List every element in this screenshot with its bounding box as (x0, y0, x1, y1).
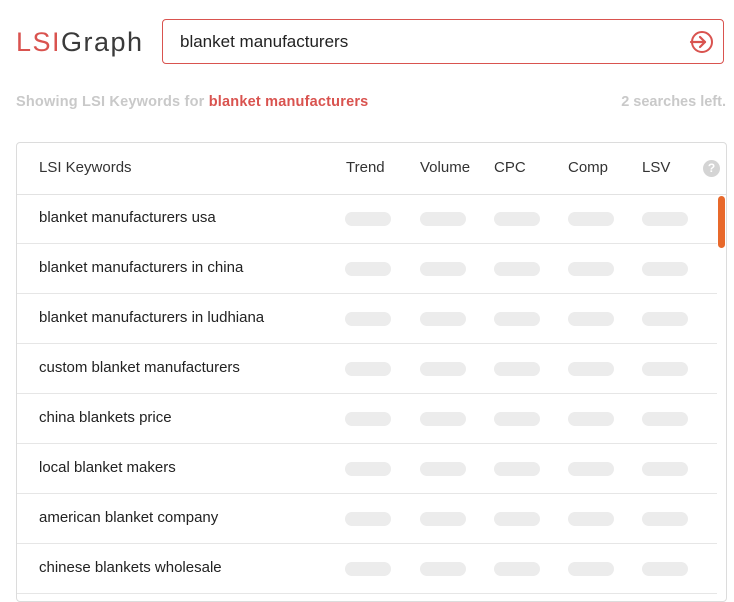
keyword-cell[interactable]: american blanket company (39, 509, 218, 526)
comp-placeholder (568, 412, 614, 426)
table-row[interactable]: china blankets price (17, 394, 717, 444)
volume-placeholder (420, 562, 466, 576)
lsv-placeholder (642, 312, 688, 326)
cpc-placeholder (494, 312, 540, 326)
help-icon[interactable]: ? (703, 160, 720, 177)
column-header-comp[interactable]: Comp (568, 159, 608, 176)
sign-in-arrow-icon[interactable] (688, 29, 714, 55)
showing-keyword: blanket manufacturers (208, 94, 369, 110)
table-scrollbar[interactable] (718, 194, 726, 601)
table-row[interactable]: local blanket makers (17, 444, 717, 494)
keyword-cell[interactable]: local blanket makers (39, 459, 176, 476)
lsv-placeholder (642, 562, 688, 576)
comp-placeholder (568, 362, 614, 376)
volume-placeholder (420, 462, 466, 476)
keyword-cell[interactable]: chinese blankets wholesale (39, 559, 222, 576)
comp-placeholder (568, 512, 614, 526)
search-input[interactable]: blanket manufacturers (162, 19, 724, 64)
comp-placeholder (568, 262, 614, 276)
cpc-placeholder (494, 562, 540, 576)
lsv-placeholder (642, 212, 688, 226)
trend-placeholder (345, 362, 391, 376)
volume-placeholder (420, 512, 466, 526)
cpc-placeholder (494, 412, 540, 426)
keyword-cell[interactable]: blanket manufacturers in china (39, 259, 243, 276)
column-header-cpc[interactable]: CPC (494, 159, 526, 176)
cpc-placeholder (494, 362, 540, 376)
cpc-placeholder (494, 212, 540, 226)
volume-placeholder (420, 262, 466, 276)
results-heading: Showing LSI Keywords for blanket manufac… (16, 94, 368, 110)
lsi-keywords-table: LSI Keywords Trend Volume CPC Comp LSV ?… (16, 142, 727, 602)
table-header: LSI Keywords Trend Volume CPC Comp LSV ? (17, 143, 726, 195)
keyword-cell[interactable]: china blankets price (39, 409, 172, 426)
trend-placeholder (345, 262, 391, 276)
table-row[interactable]: american blanket company (17, 494, 717, 544)
trend-placeholder (345, 312, 391, 326)
cpc-placeholder (494, 512, 540, 526)
comp-placeholder (568, 562, 614, 576)
lsv-placeholder (642, 412, 688, 426)
cpc-placeholder (494, 262, 540, 276)
lsv-placeholder (642, 262, 688, 276)
keyword-cell[interactable]: blanket manufacturers in ludhiana (39, 309, 264, 326)
lsv-placeholder (642, 512, 688, 526)
table-row[interactable]: blanket manufacturers usa (17, 194, 717, 244)
comp-placeholder (568, 462, 614, 476)
trend-placeholder (345, 562, 391, 576)
trend-placeholder (345, 512, 391, 526)
trend-placeholder (345, 412, 391, 426)
lsv-placeholder (642, 462, 688, 476)
lsv-placeholder (642, 362, 688, 376)
comp-placeholder (568, 312, 614, 326)
table-row[interactable]: custom blanket manufacturers (17, 344, 717, 394)
volume-placeholder (420, 312, 466, 326)
logo-graph-text: Graph (61, 27, 144, 57)
cpc-placeholder (494, 462, 540, 476)
searches-left-counter: 2 searches left. (621, 94, 726, 110)
keyword-cell[interactable]: custom blanket manufacturers (39, 359, 240, 376)
scrollbar-thumb[interactable] (718, 196, 725, 248)
column-header-trend[interactable]: Trend (346, 159, 385, 176)
column-header-volume[interactable]: Volume (420, 159, 470, 176)
volume-placeholder (420, 412, 466, 426)
volume-placeholder (420, 212, 466, 226)
table-row[interactable]: blanket manufacturers in china (17, 244, 717, 294)
trend-placeholder (345, 462, 391, 476)
table-row[interactable]: blanket manufacturers in ludhiana (17, 294, 717, 344)
column-header-lsi-keywords[interactable]: LSI Keywords (39, 159, 132, 176)
trend-placeholder (345, 212, 391, 226)
search-input-value[interactable]: blanket manufacturers (180, 32, 348, 52)
volume-placeholder (420, 362, 466, 376)
lsigraph-logo[interactable]: LSIGraph (16, 26, 144, 58)
showing-prefix: Showing LSI Keywords for (16, 94, 205, 110)
comp-placeholder (568, 212, 614, 226)
keyword-cell[interactable]: blanket manufacturers usa (39, 209, 216, 226)
column-header-lsv[interactable]: LSV (642, 159, 670, 176)
table-body: blanket manufacturers usa blanket manufa… (17, 194, 717, 594)
logo-lsi-text: LSI (16, 27, 62, 57)
